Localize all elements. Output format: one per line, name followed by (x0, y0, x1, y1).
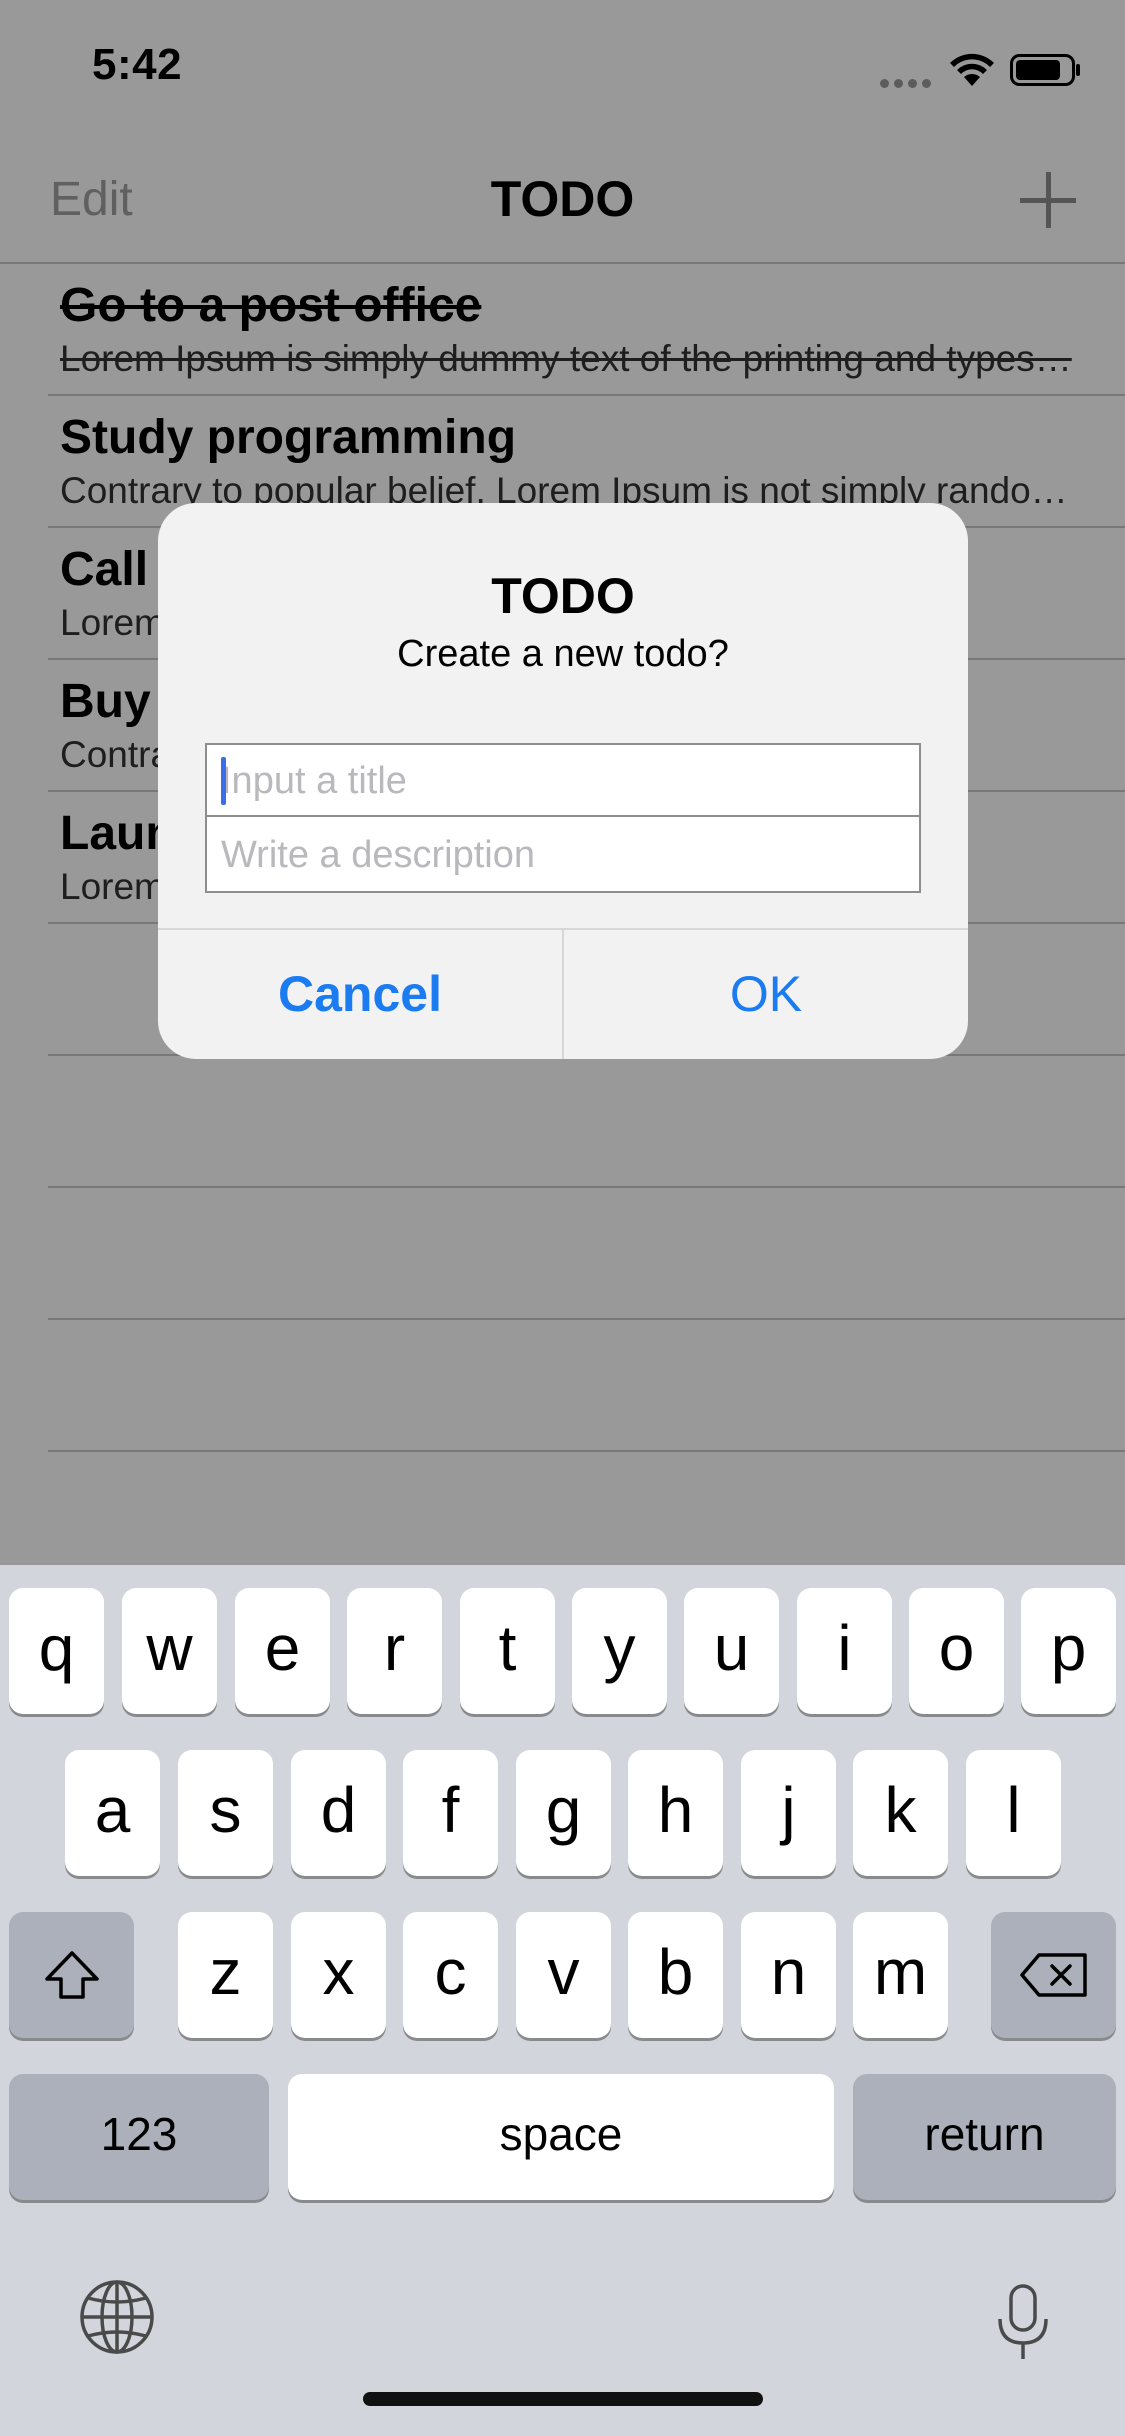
key-f[interactable]: f (403, 1750, 498, 1876)
alert-fields: Input a title Write a description (205, 743, 921, 893)
alert-buttons: Cancel OK (158, 928, 968, 1059)
numbers-key[interactable]: 123 (9, 2074, 269, 2200)
key-z[interactable]: z (178, 1912, 273, 2038)
key-q[interactable]: q (9, 1588, 104, 1714)
ok-button[interactable]: OK (564, 930, 968, 1059)
key-d[interactable]: d (291, 1750, 386, 1876)
shift-icon (44, 1951, 99, 1999)
delete-icon (1019, 1953, 1087, 1997)
text-caret (221, 757, 226, 805)
shift-key[interactable] (9, 1912, 134, 2038)
key-l[interactable]: l (966, 1750, 1061, 1876)
keyboard: q w e r t y u i o p a s d f g h j k l z … (0, 1565, 1125, 2436)
key-t[interactable]: t (460, 1588, 555, 1714)
key-x[interactable]: x (291, 1912, 386, 2038)
key-g[interactable]: g (516, 1750, 611, 1876)
alert-title: TODO (491, 568, 635, 624)
key-n[interactable]: n (741, 1912, 836, 2038)
key-b[interactable]: b (628, 1912, 723, 2038)
home-indicator[interactable] (363, 2392, 763, 2406)
description-input[interactable]: Write a description (207, 819, 919, 891)
key-a[interactable]: a (65, 1750, 160, 1876)
space-key[interactable]: space (288, 2074, 834, 2200)
key-h[interactable]: h (628, 1750, 723, 1876)
return-key[interactable]: return (853, 2074, 1116, 2200)
key-v[interactable]: v (516, 1912, 611, 2038)
key-o[interactable]: o (909, 1588, 1004, 1714)
key-s[interactable]: s (178, 1750, 273, 1876)
cancel-button[interactable]: Cancel (158, 930, 562, 1059)
key-c[interactable]: c (403, 1912, 498, 2038)
delete-key[interactable] (991, 1912, 1116, 2038)
key-j[interactable]: j (741, 1750, 836, 1876)
key-e[interactable]: e (235, 1588, 330, 1714)
title-placeholder: Input a title (221, 760, 407, 802)
title-input[interactable]: Input a title (207, 745, 919, 817)
key-y[interactable]: y (572, 1588, 667, 1714)
key-u[interactable]: u (684, 1588, 779, 1714)
key-r[interactable]: r (347, 1588, 442, 1714)
description-placeholder: Write a description (221, 834, 535, 876)
key-i[interactable]: i (797, 1588, 892, 1714)
key-p[interactable]: p (1021, 1588, 1116, 1714)
alert-message: Create a new todo? (397, 633, 729, 675)
alert-dialog: TODO Create a new todo? Input a title Wr… (158, 503, 968, 1059)
key-w[interactable]: w (122, 1588, 217, 1714)
key-m[interactable]: m (853, 1912, 948, 2038)
key-k[interactable]: k (853, 1750, 948, 1876)
globe-icon[interactable] (78, 2278, 156, 2356)
microphone-icon[interactable] (995, 2283, 1051, 2363)
